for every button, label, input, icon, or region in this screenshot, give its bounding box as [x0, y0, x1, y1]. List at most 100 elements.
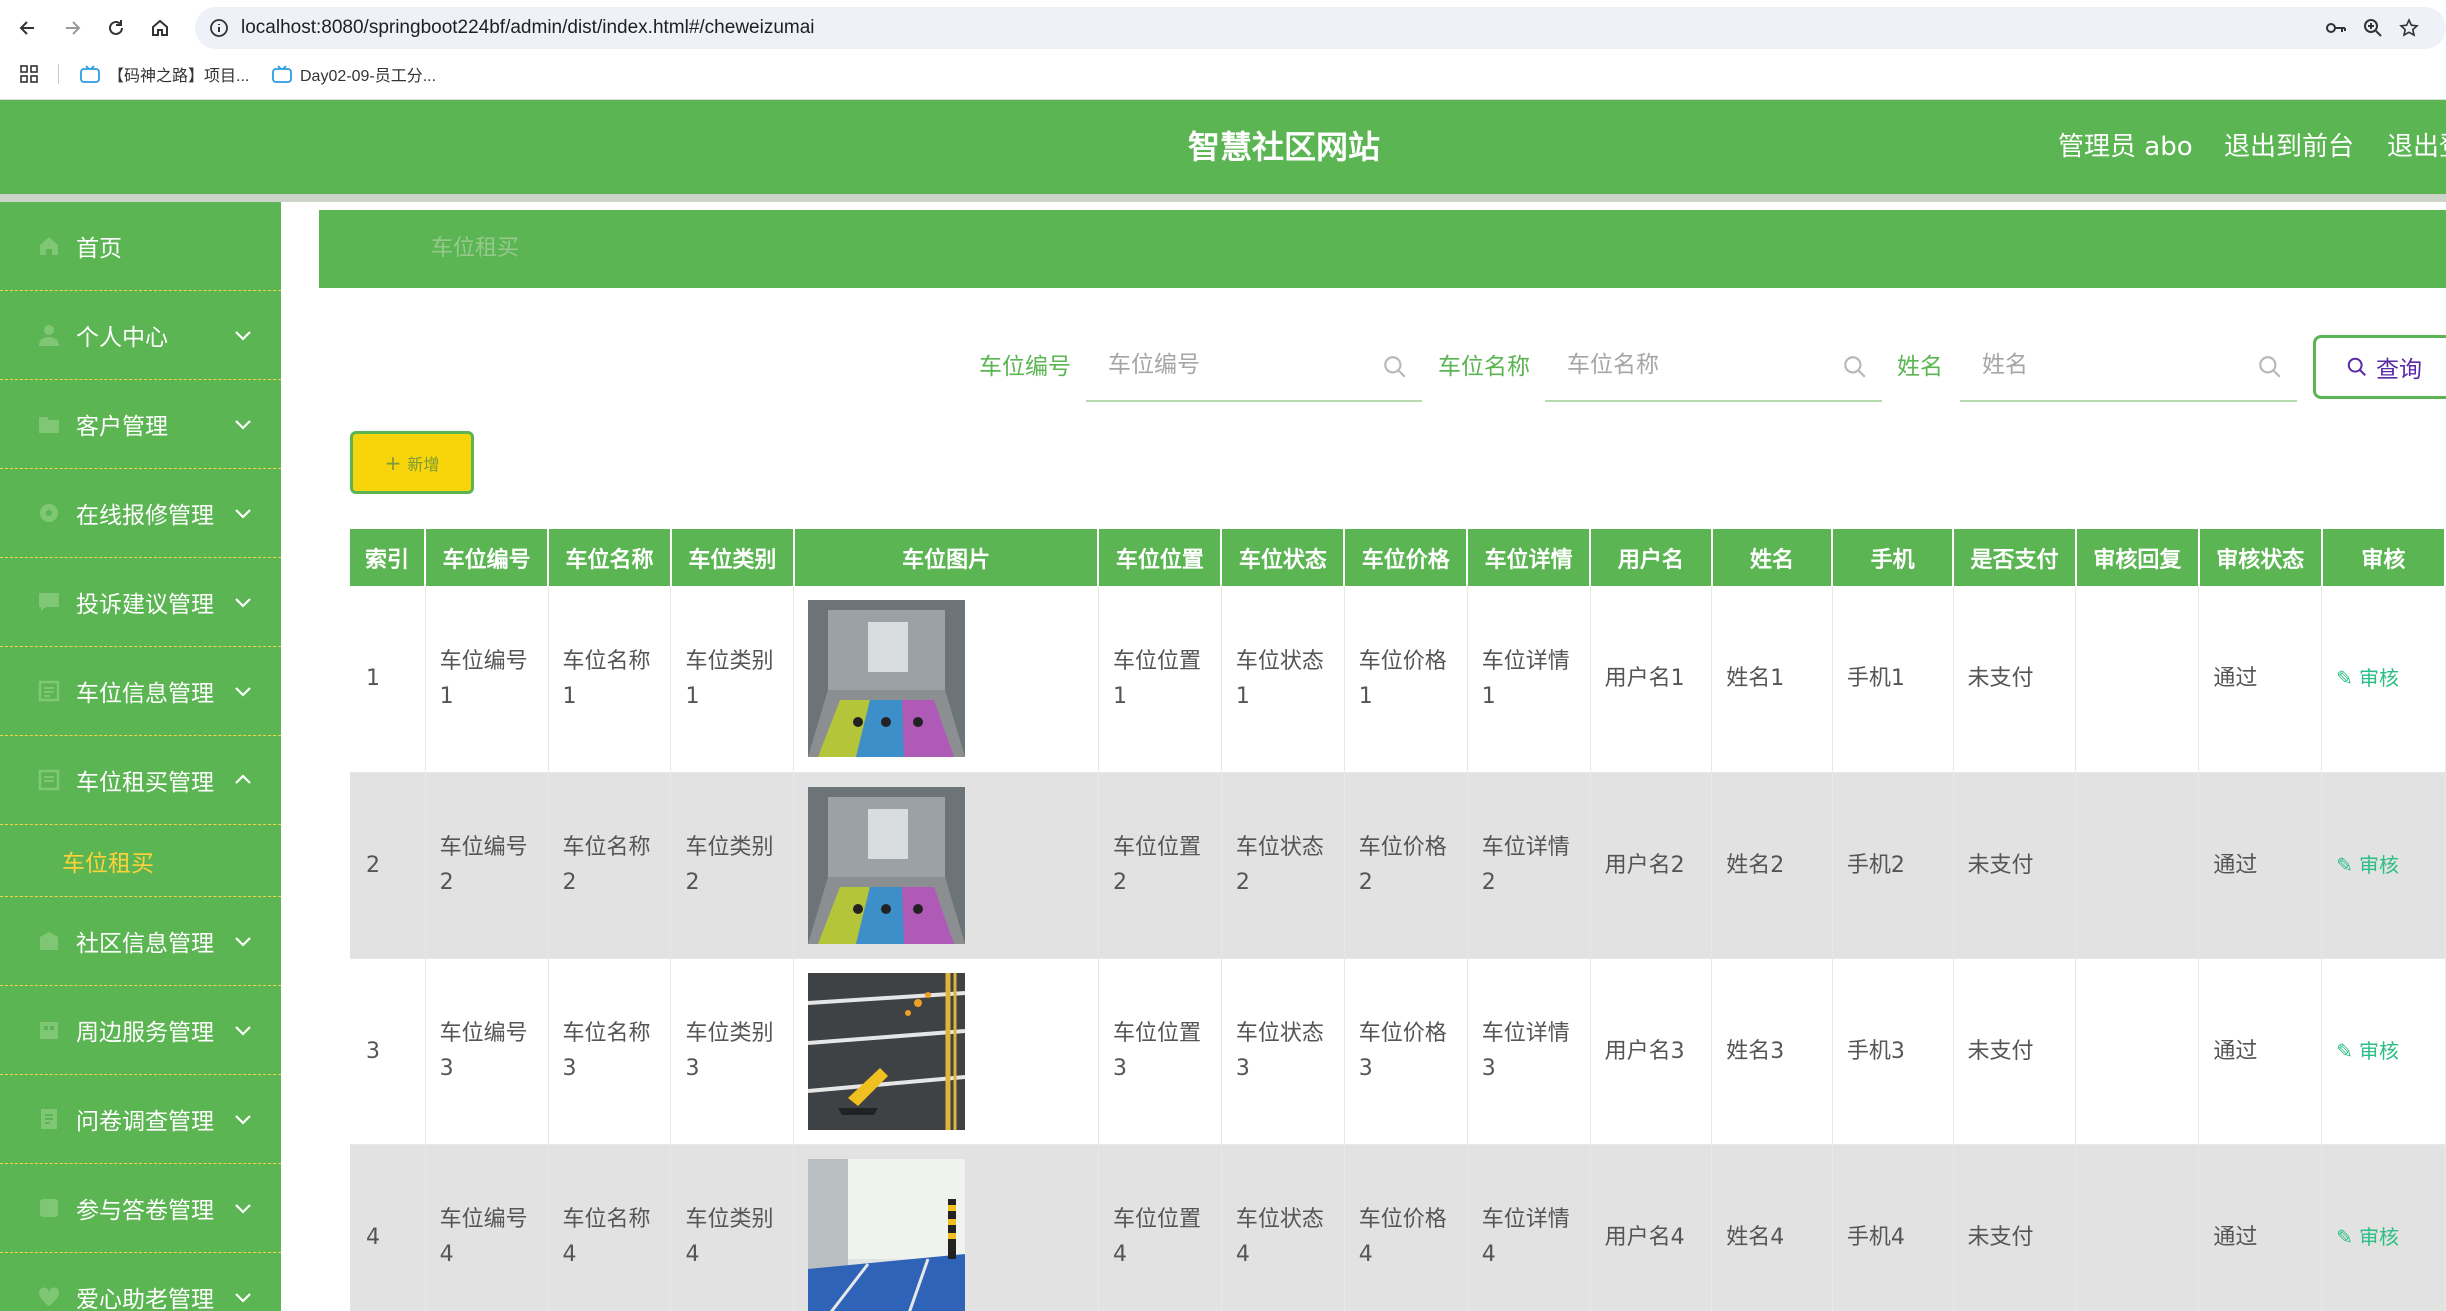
cell-username: 用户名1	[1590, 586, 1713, 773]
home-icon	[36, 233, 62, 259]
sidebar-item-parking-rent-mgmt[interactable]: 车位租买管理	[0, 736, 281, 825]
sidebar-item-answer-mgmt[interactable]: 参与答卷管理	[0, 1164, 281, 1253]
cell-review-status: 通过	[2198, 772, 2323, 959]
sidebar-item-nearby-service-mgmt[interactable]: 周边服务管理	[0, 986, 281, 1075]
table-row: 3 车位编号3 车位名称3 车位类别3 车位位置3 车位状态3 车位价格3 车位…	[350, 958, 2446, 1145]
column-header: 车位名称	[548, 529, 672, 586]
column-header: 车位编号	[425, 529, 550, 586]
sidebar-item-elderly-care-mgmt[interactable]: 爱心助老管理	[0, 1253, 281, 1311]
cell-category: 车位类别1	[670, 586, 795, 773]
building-icon	[36, 928, 62, 954]
sidebar: 首页 个人中心 客户管理 在线报修管理 投诉建议管理 车位信息管理 车位租买管理…	[0, 202, 281, 1311]
search-input-name-wrap	[1545, 332, 1882, 402]
sidebar-item-repair-mgmt[interactable]: 在线报修管理	[0, 469, 281, 558]
review-button[interactable]: ✎ 审核	[2336, 661, 2430, 696]
cell-location: 车位位置3	[1098, 958, 1222, 1145]
column-header: 车位图片	[793, 529, 1100, 586]
zoom-icon[interactable]	[2363, 7, 2383, 49]
cell-status: 车位状态4	[1221, 1144, 1345, 1311]
bookmark-item[interactable]: Day02-09-员工分...	[272, 56, 436, 92]
screen: { "browser": { "url": "localhost:8080/sp…	[0, 0, 2446, 1311]
sidebar-subitem-parking-rent[interactable]: 车位租买	[0, 825, 281, 897]
pen-icon	[36, 1195, 62, 1221]
sidebar-item-parking-info-mgmt[interactable]: 车位信息管理	[0, 647, 281, 736]
cell-username: 用户名2	[1590, 772, 1713, 959]
exit-to-front-link[interactable]: 退出到前台	[2224, 100, 2354, 194]
cell-code: 车位编号1	[425, 586, 549, 773]
apps-grid-icon[interactable]	[20, 56, 38, 92]
review-button[interactable]: ✎ 审核	[2336, 1034, 2430, 1069]
sidebar-item-customer-mgmt[interactable]: 客户管理	[0, 380, 281, 469]
key-icon[interactable]	[2325, 7, 2347, 49]
main-content: 车位租买 车位编号 车位名称 姓名 查询 + 新增	[281, 202, 2446, 1311]
cell-detail: 车位详情1	[1467, 586, 1591, 773]
breadcrumb-current[interactable]: 车位租买	[431, 210, 519, 288]
cell-status: 车位状态3	[1221, 958, 1345, 1145]
review-button[interactable]: ✎ 审核	[2336, 1220, 2430, 1255]
cell-code: 车位编号3	[425, 958, 549, 1145]
cell-name: 车位名称2	[548, 772, 672, 959]
column-header: 手机	[1832, 529, 1954, 586]
cell-image	[793, 586, 1099, 773]
cell-username: 用户名4	[1590, 1144, 1713, 1311]
parking-photo-garage-lanes[interactable]	[808, 600, 966, 758]
search-input-realname[interactable]	[1960, 332, 2297, 398]
url-text[interactable]: localhost:8080/springboot224bf/admin/dis…	[241, 7, 815, 49]
address-bar[interactable]: localhost:8080/springboot224bf/admin/dis…	[195, 7, 2446, 49]
search-input-code[interactable]	[1086, 332, 1422, 398]
query-button[interactable]: 查询	[2313, 335, 2446, 399]
cell-price: 车位价格2	[1344, 772, 1468, 959]
cell-reply	[2075, 958, 2200, 1145]
sidebar-item-community-info-mgmt[interactable]: 社区信息管理	[0, 897, 281, 986]
cell-status: 车位状态1	[1221, 586, 1345, 773]
parking-photo-garage-lanes[interactable]	[808, 786, 966, 944]
cell-paid: 未支付	[1953, 586, 2077, 773]
cell-code: 车位编号4	[425, 1144, 549, 1311]
chevron-down-icon	[235, 1204, 251, 1214]
edit-icon: ✎	[2336, 852, 2354, 877]
bookmark-star-icon[interactable]	[2399, 7, 2419, 49]
cell-location: 车位位置2	[1098, 772, 1222, 959]
cell-image	[793, 1144, 1099, 1311]
cell-price: 车位价格3	[1344, 958, 1468, 1145]
sidebar-item-survey-mgmt[interactable]: 问卷调查管理	[0, 1075, 281, 1164]
parking-photo-blue-floor[interactable]	[808, 1158, 966, 1311]
search-form: 车位编号 车位名称 姓名	[281, 332, 2446, 402]
home-button[interactable]	[144, 12, 176, 44]
search-input-name[interactable]	[1545, 332, 1882, 398]
reload-button[interactable]	[100, 12, 132, 44]
cell-phone: 手机3	[1832, 958, 1954, 1145]
cell-realname: 姓名4	[1711, 1144, 1833, 1311]
home-icon	[152, 19, 168, 36]
cell-status: 车位状态2	[1221, 772, 1345, 959]
chevron-down-icon	[235, 598, 251, 608]
site-info-icon[interactable]	[209, 7, 229, 49]
sidebar-item-complaint-mgmt[interactable]: 投诉建议管理	[0, 558, 281, 647]
bookmark-item[interactable]: 【码神之路】项目...	[80, 56, 249, 92]
admin-user-label: 管理员 abo	[2058, 132, 2193, 162]
data-table: 索引 车位编号 车位名称 车位类别 车位图片 车位位置 车位状态 车位价格 车位…	[350, 529, 2446, 1311]
table-header-row: 索引 车位编号 车位名称 车位类别 车位图片 车位位置 车位状态 车位价格 车位…	[350, 529, 2446, 586]
heart-icon	[36, 1284, 62, 1310]
parking-photo-parking-lock[interactable]	[808, 972, 966, 1130]
arrow-right-icon	[66, 21, 81, 35]
site-title: 智慧社区网站	[1188, 128, 1381, 166]
cell-name: 车位名称4	[548, 1144, 672, 1311]
column-header: 审核回复	[2075, 529, 2200, 586]
sidebar-item-home[interactable]: 首页	[0, 202, 281, 291]
cell-username: 用户名3	[1590, 958, 1713, 1145]
cell-index: 2	[350, 772, 426, 959]
back-button[interactable]	[12, 12, 44, 44]
sidebar-item-personal-center[interactable]: 个人中心	[0, 291, 281, 380]
shop-icon	[36, 1017, 62, 1043]
review-button[interactable]: ✎ 审核	[2336, 848, 2430, 883]
forward-button[interactable]	[56, 12, 88, 44]
logout-link[interactable]: 退出登录	[2387, 100, 2446, 194]
cell-review-status: 通过	[2198, 958, 2323, 1145]
add-button[interactable]: + 新增	[350, 431, 474, 494]
bilibili-icon	[272, 65, 292, 83]
search-icon	[2347, 357, 2366, 376]
header-divider	[0, 194, 2446, 202]
cell-paid: 未支付	[1953, 958, 2077, 1145]
search-label-name: 车位名称	[1438, 354, 1530, 380]
